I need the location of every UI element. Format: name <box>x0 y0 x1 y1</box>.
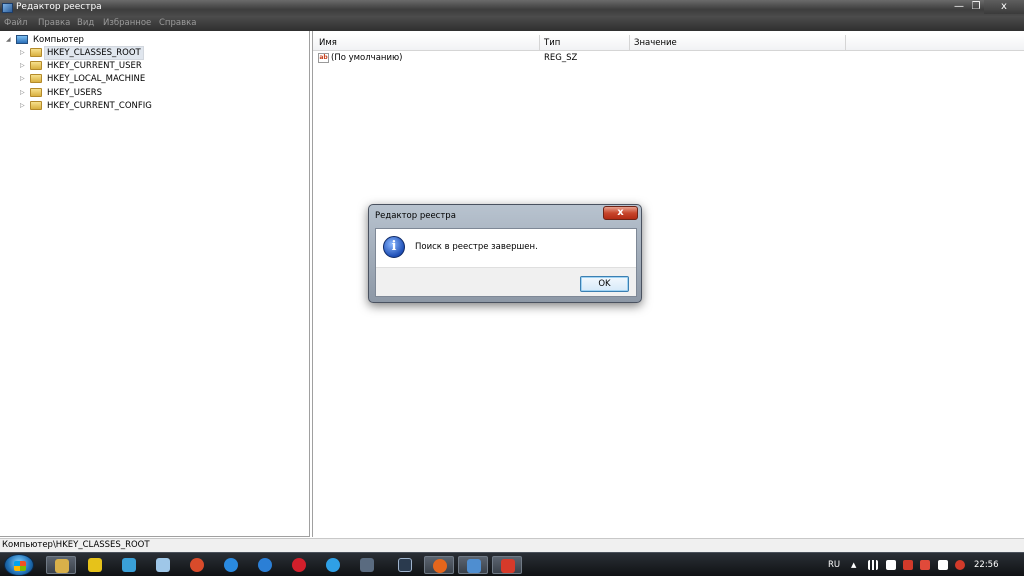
registry-tree[interactable]: ◢ Компьютер ▷ HKEY_CLASSES_ROOT ▷ HKEY_C… <box>0 31 310 537</box>
folder-icon <box>30 88 42 97</box>
chat-icon <box>326 558 340 572</box>
tree-item-hkcu[interactable]: ▷ HKEY_CURRENT_USER <box>20 60 180 72</box>
window-titlebar: Редактор реестра — ❐ x <box>0 0 1024 16</box>
expand-icon[interactable]: ▷ <box>20 47 25 59</box>
tree-item-hku[interactable]: ▷ HKEY_USERS <box>20 87 180 99</box>
folder-icon <box>30 61 42 70</box>
tool-icon <box>190 558 204 572</box>
tree-root-label: Компьютер <box>33 35 84 45</box>
start-button[interactable] <box>4 554 34 576</box>
volume-icon[interactable] <box>920 560 930 570</box>
clock[interactable]: 22:56 <box>974 553 999 576</box>
network-icon <box>122 558 136 572</box>
folder-icon <box>30 101 42 110</box>
taskbar-ie-button[interactable] <box>250 556 280 574</box>
column-name[interactable]: Имя <box>319 38 337 48</box>
lightroom-icon <box>398 558 412 572</box>
document-icon <box>156 558 170 572</box>
signal-icon[interactable] <box>868 560 878 570</box>
lightning-icon <box>224 558 238 572</box>
status-bar: Компьютер\HKEY_CLASSES_ROOT <box>0 538 1024 552</box>
taskbar-network-button[interactable] <box>114 556 144 574</box>
value-row[interactable]: ab (По умолчанию) REG_SZ <box>313 52 1024 65</box>
taskbar-explorer-button[interactable] <box>46 556 76 574</box>
tree-item-hklm[interactable]: ▷ HKEY_LOCAL_MACHINE <box>20 73 180 85</box>
value-name: (По умолчанию) <box>331 53 403 63</box>
column-type[interactable]: Тип <box>544 38 560 48</box>
folder-icon <box>55 559 69 573</box>
dialog-message: Поиск в реестре завершен. <box>415 242 538 252</box>
taskbar-outlook-button[interactable] <box>80 556 110 574</box>
close-button[interactable]: x <box>984 0 1024 14</box>
firefox-icon <box>433 559 447 573</box>
taskbar-presentation-button[interactable] <box>492 556 522 574</box>
menu-favorites[interactable]: Избранное <box>103 18 151 28</box>
taskbar: RU ▲ 22:56 <box>0 552 1024 576</box>
opera-icon <box>292 558 306 572</box>
status-icon[interactable] <box>955 560 965 570</box>
taskbar-thunderbolt-button[interactable] <box>216 556 246 574</box>
menu-view[interactable]: Вид <box>77 18 94 28</box>
taskbar-opera-button[interactable] <box>284 556 314 574</box>
dialog-footer: OK <box>376 267 636 296</box>
maximize-button[interactable]: ❐ <box>968 0 984 14</box>
folder-icon <box>30 74 42 83</box>
presentation-icon <box>501 559 515 573</box>
expand-icon[interactable]: ▷ <box>20 100 25 112</box>
expand-icon[interactable]: ▷ <box>20 60 25 72</box>
value-type: REG_SZ <box>544 53 578 63</box>
mail-icon <box>88 558 102 572</box>
regedit-icon <box>467 559 481 573</box>
flag-icon[interactable] <box>903 560 913 570</box>
menu-help[interactable]: Справка <box>159 18 196 28</box>
window-title: Редактор реестра <box>16 2 102 12</box>
column-separator[interactable] <box>629 35 630 50</box>
tree-item-hkcr[interactable]: ▷ HKEY_CLASSES_ROOT <box>20 46 180 60</box>
status-path: Компьютер\HKEY_CLASSES_ROOT <box>2 540 150 550</box>
taskbar-tool-button[interactable] <box>182 556 212 574</box>
folder-icon <box>30 48 42 57</box>
menu-bar: Файл Правка Вид Избранное Справка <box>0 16 1024 31</box>
tree-item-label: HKEY_LOCAL_MACHINE <box>47 74 146 84</box>
tree-item-label: HKEY_CURRENT_USER <box>47 61 142 71</box>
windows-logo-icon <box>14 561 26 571</box>
tree-item-label: HKEY_CURRENT_CONFIG <box>47 101 152 111</box>
menu-edit[interactable]: Правка <box>38 18 70 28</box>
tree-item-hkcc[interactable]: ▷ HKEY_CURRENT_CONFIG <box>20 100 180 112</box>
search-complete-dialog: Редактор реестра x i Поиск в реестре зав… <box>368 204 642 303</box>
expand-icon[interactable]: ▷ <box>20 73 25 85</box>
tree-root[interactable]: ◢ Компьютер <box>6 34 126 46</box>
string-value-icon: ab <box>318 53 329 63</box>
column-value[interactable]: Значение <box>634 38 677 48</box>
language-indicator[interactable]: RU <box>828 553 840 576</box>
taskbar-firefox-button[interactable] <box>424 556 454 574</box>
information-icon: i <box>383 236 405 258</box>
computer-icon <box>16 35 28 44</box>
show-hidden-icons-button[interactable]: ▲ <box>851 553 856 576</box>
dialog-title: Редактор реестра <box>375 211 456 221</box>
column-separator[interactable] <box>539 35 540 50</box>
dialog-close-button[interactable]: x <box>603 206 638 220</box>
tree-item-label: HKEY_CLASSES_ROOT <box>44 46 144 60</box>
taskbar-lightroom-button[interactable] <box>390 556 420 574</box>
regedit-icon <box>2 3 13 13</box>
taskbar-notepad-button[interactable] <box>148 556 178 574</box>
battery-icon[interactable] <box>938 560 948 570</box>
collapse-icon[interactable]: ◢ <box>6 34 11 46</box>
menu-file[interactable]: Файл <box>4 18 27 28</box>
app-icon <box>360 558 374 572</box>
tree-item-label: HKEY_USERS <box>47 88 103 98</box>
minimize-button[interactable]: — <box>950 0 968 14</box>
taskbar-regedit-button[interactable] <box>458 556 488 574</box>
windows-tray-icon[interactable] <box>886 560 896 570</box>
column-separator[interactable] <box>845 35 846 50</box>
dialog-body: i Поиск в реестре завершен. OK <box>375 228 637 297</box>
values-header: Имя Тип Значение <box>313 34 1024 51</box>
taskbar-qip-button[interactable] <box>318 556 348 574</box>
ok-button[interactable]: OK <box>580 276 629 292</box>
expand-icon[interactable]: ▷ <box>20 87 25 99</box>
taskbar-app-button[interactable] <box>352 556 382 574</box>
internet-explorer-icon <box>258 558 272 572</box>
